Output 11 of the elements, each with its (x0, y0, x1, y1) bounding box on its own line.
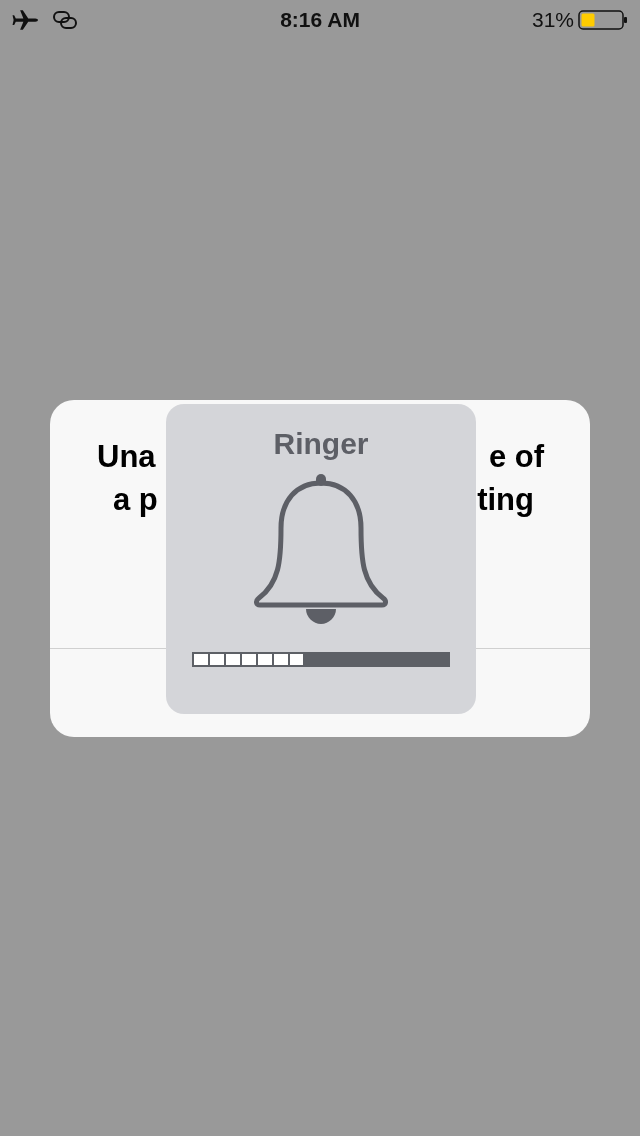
loop-icon (52, 10, 78, 30)
ringer-title: Ringer (273, 426, 369, 462)
alert-message-fragment: a p (113, 481, 158, 518)
alert-message-fragment: Una (97, 438, 156, 475)
status-time: 8:16 AM (280, 7, 360, 34)
bell-icon (251, 474, 391, 624)
alert-message-fragment: e of (488, 438, 544, 475)
alert-message-fragment: ting (477, 481, 534, 518)
airplane-icon (12, 9, 38, 31)
battery-icon (578, 9, 628, 31)
battery-percent: 31% (531, 7, 574, 34)
